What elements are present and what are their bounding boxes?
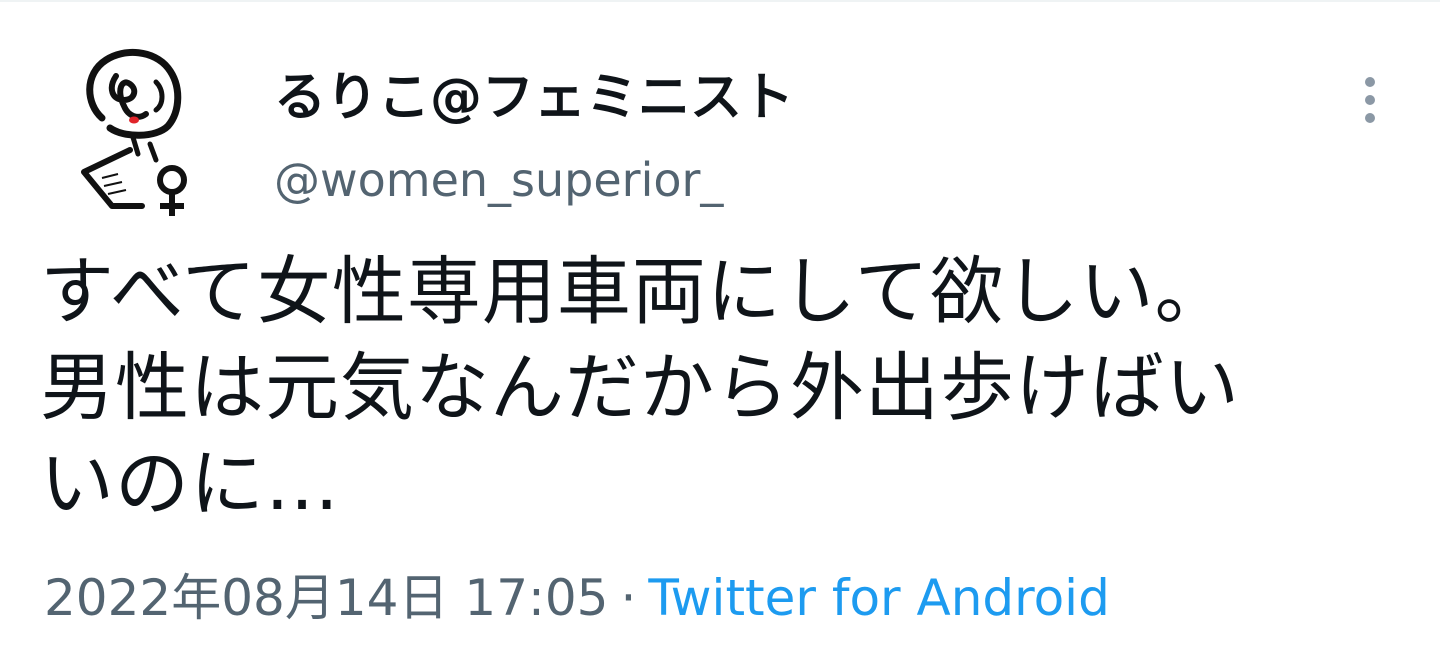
tweet-text-line: 男性は元気なんだから外出歩けばい [40, 345, 1240, 431]
female-symbol-portrait-icon [81, 48, 187, 216]
tweet-text-line: いのに… [40, 441, 340, 527]
meta-separator: · [620, 569, 637, 627]
more-options-button[interactable] [1348, 72, 1392, 128]
tweet-card[interactable]: るりこ@フェミニスト @women_superior_ すべて女性専用車両にして… [0, 0, 1440, 662]
avatar[interactable] [72, 46, 202, 226]
vertical-ellipsis-icon [1365, 77, 1375, 123]
author-handle[interactable]: @women_superior_ [274, 150, 723, 210]
tweet-metadata: 2022年08月14日 17:05 · Twitter for Android [44, 566, 1110, 630]
avatar-lips [129, 116, 139, 124]
tweet-text-line: すべて女性専用車両にして欲しい。 [40, 249, 1230, 335]
tweet-timestamp[interactable]: 2022年08月14日 17:05 [44, 569, 608, 627]
tweet-text: すべて女性専用車両にして欲しい。 男性は元気なんだから外出歩けばい いのに… [40, 244, 1380, 532]
tweet-source-link[interactable]: Twitter for Android [648, 569, 1109, 627]
author-display-name[interactable]: るりこ@フェミニスト [274, 66, 794, 130]
